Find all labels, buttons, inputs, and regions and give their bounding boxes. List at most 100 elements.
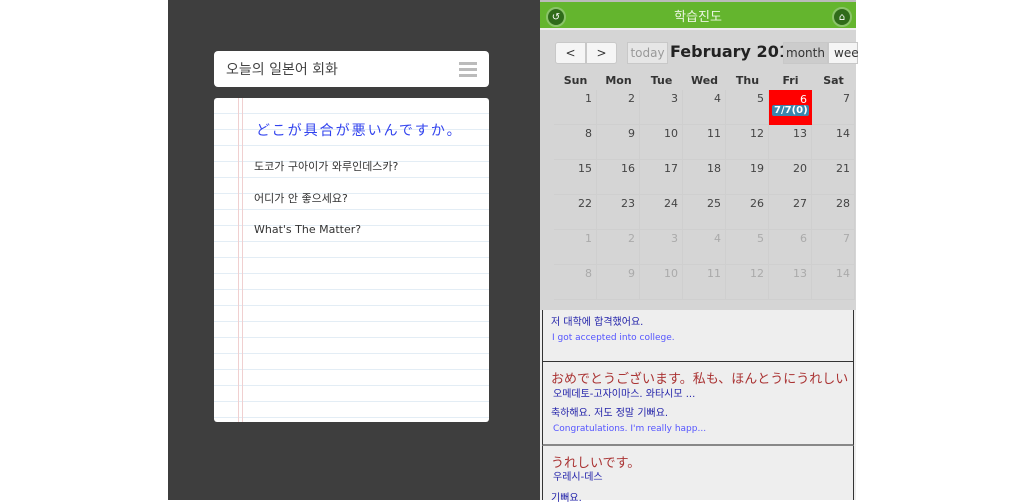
day-cell[interactable]: 2 (597, 90, 640, 125)
korean-text: 저 대학에 합격했어요. (551, 317, 644, 328)
prev-button[interactable]: < (555, 42, 586, 64)
day-cell[interactable]: 1 (554, 230, 597, 265)
day-number: 8 (585, 267, 592, 280)
day-cell[interactable]: 15 (554, 160, 597, 195)
back-icon[interactable]: ↺ (546, 7, 566, 27)
day-cell[interactable]: 1 (554, 90, 597, 125)
right-panel: ↺ 학습진도 ⌂ < > today February 2015 month w… (540, 0, 859, 504)
day-number: 13 (793, 127, 807, 140)
day-cell[interactable]: 10 (640, 265, 683, 300)
list-item[interactable]: うれしいです。 우레시-데스 기뻐요. (542, 446, 854, 504)
day-number: 11 (707, 267, 721, 280)
day-number: 5 (757, 232, 764, 245)
calendar: < > today February 2015 month wee Sun Mon… (540, 30, 859, 310)
day-cell[interactable]: 23 (597, 195, 640, 230)
header-title: 학습진도 (674, 9, 722, 25)
day-cell[interactable]: 4 (683, 90, 726, 125)
day-cell[interactable]: 14 (812, 125, 855, 160)
weekday-header: Sun (563, 74, 588, 87)
calendar-event[interactable]: 7/7(0) (772, 105, 809, 116)
day-cell[interactable]: 20 (769, 160, 812, 195)
day-cell[interactable]: 8 (554, 125, 597, 160)
day-cell[interactable]: 22 (554, 195, 597, 230)
list-item[interactable]: 저 대학에 합격했어요. I got accepted into college… (542, 310, 854, 362)
day-cell[interactable]: 7 (812, 230, 855, 265)
day-cell[interactable]: 19 (726, 160, 769, 195)
day-cell[interactable]: 13 (769, 265, 812, 300)
day-cell[interactable]: 3 (640, 90, 683, 125)
day-cell[interactable]: 6 7/7(0) (769, 90, 812, 125)
menu-icon[interactable] (459, 61, 477, 77)
day-cell[interactable]: 26 (726, 195, 769, 230)
day-number: 12 (750, 127, 764, 140)
week-row: 8 9 10 11 12 13 14 (554, 265, 856, 300)
day-cell[interactable]: 5 (726, 230, 769, 265)
day-cell[interactable]: 17 (640, 160, 683, 195)
day-number: 27 (793, 197, 807, 210)
day-cell[interactable]: 28 (812, 195, 855, 230)
day-cell[interactable]: 7 (812, 90, 855, 125)
day-number: 11 (707, 127, 721, 140)
weekday-header: Thu (735, 74, 760, 87)
day-cell[interactable]: 27 (769, 195, 812, 230)
month-title: February 2015 (670, 42, 802, 61)
week-row: 1 2 3 4 5 6 7 (554, 230, 856, 265)
day-number: 2 (628, 232, 635, 245)
day-cell[interactable]: 18 (683, 160, 726, 195)
day-number: 21 (836, 162, 850, 175)
day-cell[interactable]: 9 (597, 125, 640, 160)
day-cell[interactable]: 12 (726, 265, 769, 300)
reading-text: 우레시-데스 (553, 472, 603, 483)
day-cell[interactable]: 10 (640, 125, 683, 160)
day-cell[interactable]: 21 (812, 160, 855, 195)
day-cell[interactable]: 24 (640, 195, 683, 230)
home-icon[interactable]: ⌂ (832, 7, 852, 27)
week-row: 1 2 3 4 5 6 7/7(0) 7 (554, 90, 856, 125)
day-cell[interactable]: 4 (683, 230, 726, 265)
reading-text: 오메데토-고자이마스. 와타시모 ... (553, 389, 696, 400)
day-number: 14 (836, 127, 850, 140)
day-number: 26 (750, 197, 764, 210)
day-cell[interactable]: 8 (554, 265, 597, 300)
day-number: 15 (578, 162, 592, 175)
day-number: 8 (585, 127, 592, 140)
japanese-sentence: どこが具合が悪いんですか。 (256, 123, 463, 139)
day-number: 9 (628, 267, 635, 280)
day-cell[interactable]: 14 (812, 265, 855, 300)
day-cell[interactable]: 13 (769, 125, 812, 160)
day-number: 14 (836, 267, 850, 280)
day-cell[interactable]: 2 (597, 230, 640, 265)
day-number: 3 (671, 232, 678, 245)
page-title: 오늘의 일본어 회화 (226, 62, 338, 78)
day-cell[interactable]: 5 (726, 90, 769, 125)
left-panel: 오늘의 일본어 회화 どこが具合が悪いんですか。 도코가 구아이가 와루인데스카… (168, 0, 540, 500)
day-cell[interactable]: 11 (683, 265, 726, 300)
note-paper: どこが具合が悪いんですか。 도코가 구아이가 와루인데스카? 어디가 안 좋으세… (214, 98, 489, 422)
korean-text: 기뻐요. (551, 493, 582, 504)
day-cell[interactable]: 25 (683, 195, 726, 230)
day-number: 13 (793, 267, 807, 280)
day-cell[interactable]: 11 (683, 125, 726, 160)
day-number: 7 (843, 232, 850, 245)
day-number: 17 (664, 162, 678, 175)
week-view-button[interactable]: wee (828, 42, 859, 64)
today-button[interactable]: today (627, 42, 668, 64)
korean-text: 축하해요. 저도 정말 기뻐요. (551, 408, 669, 419)
list-item[interactable]: おめでとうございます。私も、ほんとうにうれしい 오메데토-고자이마스. 와타시모… (542, 362, 854, 446)
day-number: 28 (836, 197, 850, 210)
day-cell[interactable]: 9 (597, 265, 640, 300)
day-cell[interactable]: 16 (597, 160, 640, 195)
week-row: 15 16 17 18 19 20 21 (554, 160, 856, 195)
day-number: 10 (664, 267, 678, 280)
week-row: 22 23 24 25 26 27 28 (554, 195, 856, 230)
day-cell[interactable]: 6 (769, 230, 812, 265)
weekday-header: Sat (823, 74, 844, 87)
day-number: 6 (800, 232, 807, 245)
day-cell[interactable]: 12 (726, 125, 769, 160)
english-text: What's The Matter? (254, 223, 362, 236)
day-number: 20 (793, 162, 807, 175)
day-number: 19 (750, 162, 764, 175)
day-cell[interactable]: 3 (640, 230, 683, 265)
next-button[interactable]: > (586, 42, 617, 64)
month-view-button[interactable]: month (783, 42, 828, 64)
